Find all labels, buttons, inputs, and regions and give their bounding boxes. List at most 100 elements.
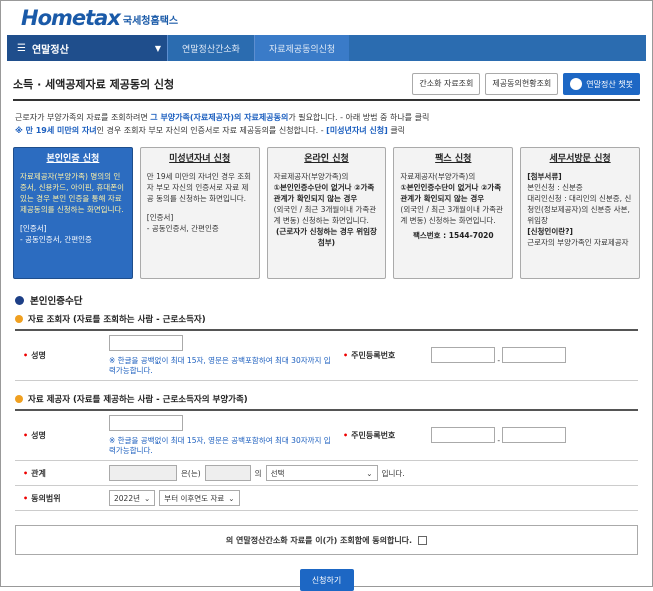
- intro-minor-link[interactable]: [미성년자녀 신청]: [326, 126, 388, 135]
- viewer-heading-text: 자료 조회자 (자료를 조회하는 사람 - 근로소득자): [28, 315, 206, 325]
- viewer-name-input[interactable]: [109, 335, 183, 351]
- chatbot-label: 연말정산 챗봇: [586, 79, 633, 89]
- name-cell: ※ 한글을 공백없이 최대 15자, 영문은 공백포함하여 최대 30자까지 입…: [105, 411, 335, 460]
- card-minor-child[interactable]: 미성년자녀 신청 만 19세 미만의 자녀인 경우 조회자 부모 자신의 인증서…: [139, 147, 260, 279]
- card-body: 팩스번호 : 1544-7020: [412, 231, 494, 240]
- bullet-icon: [15, 315, 23, 323]
- card-body: 근로자의 부양가족인 자료제공자: [527, 238, 629, 247]
- card-tax-office[interactable]: 세무서방문 신청 [첨부서류] 본인신청 : 신분증 대리인신청 : 대리인의 …: [520, 147, 640, 279]
- title-bar: 소득 · 세액공제자료 제공동의 신청 간소화 자료조회 제공동의현황조회 연말…: [13, 69, 640, 101]
- required-mark: •: [343, 351, 349, 360]
- card-body: - 공동인증서, 간편인증: [146, 224, 219, 233]
- chevron-down-icon: ⌄: [144, 493, 151, 503]
- relation-label: 관계: [31, 468, 46, 478]
- provider-heading-text: 자료 제공자 (자료를 제공하는 사람 - 근로소득자의 부양가족): [28, 395, 248, 405]
- nav-menu-button[interactable]: ☰ 연말정산 ▼: [7, 35, 167, 61]
- provider-rrn-back-input[interactable]: [502, 426, 567, 443]
- chatbot-button[interactable]: 연말정산 챗봇: [563, 73, 640, 95]
- required-mark: •: [23, 468, 29, 478]
- relation-name-b: [204, 465, 251, 481]
- section-title: 본인인증수단: [30, 296, 83, 307]
- intro-line-1: 근로자가 부양가족의 자료를 조회하려면 그 부양가족(자료제공자)의 자료제공…: [15, 111, 638, 124]
- viewer-table: • 성명 ※ 한글을 공백없이 최대 15자, 영문은 공백포함하여 최대 30자…: [15, 329, 638, 381]
- field-label: • 성명: [15, 350, 105, 361]
- card-body: 대리인신청 : 대리인의 신분증, 신청인(정보제공자)의 신분증 사본, 위임…: [527, 194, 632, 225]
- field-label: • 주민등록번호: [335, 350, 427, 361]
- viewer-rrn-front-input[interactable]: [431, 346, 495, 363]
- logo-subtitle: 국세청홈택스: [122, 16, 179, 27]
- relation-of-text: 의: [254, 468, 262, 478]
- range-row: • 동의범위 2022년 ⌄ 부터 이후연도 자료 ⌄: [15, 486, 638, 511]
- card-body: [첨부서류]: [527, 172, 562, 181]
- card-body: (근로자가 신청하는 경우 위임장 첨부): [276, 227, 377, 247]
- field-label: • 성명: [15, 430, 105, 441]
- card-body: 자료제공자(부양가족)의: [400, 172, 476, 181]
- viewer-name-row: • 성명 ※ 한글을 공백없이 최대 15자, 영문은 공백포함하여 최대 30자…: [15, 331, 638, 381]
- relation-cell: 은(는) 의 선택 ⌄ 입니다.: [105, 461, 638, 485]
- viewer-rrn-back-input[interactable]: [502, 346, 567, 363]
- intro-line-2: ※ 만 19세 미만의 자녀인 경우 조회자 부모 자신의 인증서로 자료 제공…: [15, 124, 638, 137]
- card-title: 미성년자녀 신청: [169, 154, 231, 164]
- simplified-lookup-button[interactable]: 간소화 자료조회: [412, 73, 481, 95]
- breadcrumb-simplified[interactable]: 연말정산간소화: [167, 35, 254, 61]
- card-body: (외국인 / 최근 3개월이내 가족관계 변동) 신청하는 화면입니다.: [400, 205, 503, 225]
- card-body: - 공동인증서, 간편인증: [20, 235, 92, 244]
- nav-main-label: 연말정산: [31, 44, 69, 56]
- card-self-auth[interactable]: 본인인증 신청 자료제공자(부양가족) 명의의 인증서, 신용카드, 아이핀, …: [13, 147, 133, 279]
- submit-button[interactable]: 신청하기: [299, 569, 354, 591]
- provider-table: • 성명 ※ 한글을 공백없이 최대 15자, 영문은 공백포함하여 최대 30자…: [15, 409, 638, 511]
- chatbot-icon: [570, 78, 583, 90]
- relation-select-value: 선택: [270, 468, 285, 478]
- relation-select[interactable]: 선택 ⌄: [265, 465, 378, 481]
- page-frame: Hometax 국세청홈택스 ☰ 연말정산 ▼ 연말정산간소화 자료제공동의신청…: [0, 0, 653, 591]
- field-label: • 주민등록번호: [335, 430, 427, 441]
- name-label: 성명: [31, 431, 46, 440]
- rrn-label: 주민등록번호: [351, 431, 396, 440]
- navigation-bar: ☰ 연말정산 ▼ 연말정산간소화 자료제공동의신청: [7, 35, 646, 61]
- chevron-down-icon: ⌄: [366, 468, 373, 478]
- card-body: 자료제공자(부양가족) 명의의 인증서, 신용카드, 아이핀, 휴대폰이 있는 …: [20, 172, 125, 214]
- hometax-logo[interactable]: Hometax 국세청홈택스: [21, 6, 178, 30]
- title-buttons: 간소화 자료조회 제공동의현황조회 연말정산 챗봇: [412, 73, 640, 95]
- field-label: • 관계: [15, 468, 105, 479]
- card-title: 세무서방문 신청: [549, 154, 611, 164]
- card-online[interactable]: 온라인 신청 자료제공자(부양가족)의 ①본인인증수단이 없거나 ②가족관계가 …: [266, 147, 387, 279]
- bullet-icon: [15, 295, 24, 305]
- name-label: 성명: [31, 351, 46, 360]
- name-cell: ※ 한글을 공백없이 최대 15자, 영문은 공백포함하여 최대 30자까지 입…: [105, 331, 335, 380]
- intro-text-b: 가 필요합니다. - 아래 방법 중 하나를 클릭: [288, 113, 430, 122]
- consent-checkbox[interactable]: [418, 535, 428, 545]
- range-scope-select[interactable]: 부터 이후연도 자료 ⌄: [159, 490, 240, 506]
- intro-text-d: 클릭: [387, 126, 406, 135]
- range-year-value: 2022년: [114, 493, 140, 503]
- breadcrumb-consent[interactable]: 자료제공동의신청: [253, 35, 350, 61]
- provider-heading: 자료 제공자 (자료를 제공하는 사람 - 근로소득자의 부양가족): [15, 393, 638, 405]
- site-header: Hometax 국세청홈택스: [1, 1, 652, 35]
- card-body: [인증서]: [20, 224, 47, 233]
- range-label: 동의범위: [31, 493, 61, 503]
- provider-name-row: • 성명 ※ 한글을 공백없이 최대 15자, 영문은 공백포함하여 최대 30자…: [15, 411, 638, 461]
- range-year-select[interactable]: 2022년 ⌄: [109, 490, 156, 506]
- consent-status-button[interactable]: 제공동의현황조회: [485, 73, 559, 95]
- card-body: 자료제공자(부양가족)의: [273, 172, 349, 181]
- intro-minor-highlight: ※ 만 19세 미만의 자녀: [15, 126, 97, 135]
- rrn-cell: -: [427, 423, 638, 449]
- logo-text: Hometax: [21, 6, 121, 30]
- card-title: 본인인증 신청: [46, 154, 100, 164]
- page-title: 소득 · 세액공제자료 제공동의 신청: [13, 78, 175, 91]
- card-fax[interactable]: 팩스 신청 자료제공자(부양가족)의 ①본인인증수단이 없거나 ②가족관계가 확…: [393, 147, 514, 279]
- relation-mid-text: 은(는): [181, 468, 201, 478]
- chevron-down-icon: ⌄: [228, 493, 235, 503]
- relation-row: • 관계 은(는) 의 선택 ⌄ 입니다.: [15, 461, 638, 486]
- required-mark: •: [23, 431, 29, 440]
- provider-name-input[interactable]: [109, 415, 183, 431]
- provider-rrn-front-input[interactable]: [431, 426, 495, 443]
- bullet-icon: [15, 395, 23, 403]
- range-scope-value: 부터 이후연도 자료: [164, 493, 225, 503]
- chevron-down-icon: ▼: [154, 43, 161, 53]
- range-cell: 2022년 ⌄ 부터 이후연도 자료 ⌄: [105, 486, 638, 510]
- card-title: 팩스 신청: [435, 154, 472, 164]
- relation-end-text: 입니다.: [381, 468, 405, 478]
- rrn-label: 주민등록번호: [351, 351, 396, 360]
- rrn-cell: -: [427, 343, 638, 369]
